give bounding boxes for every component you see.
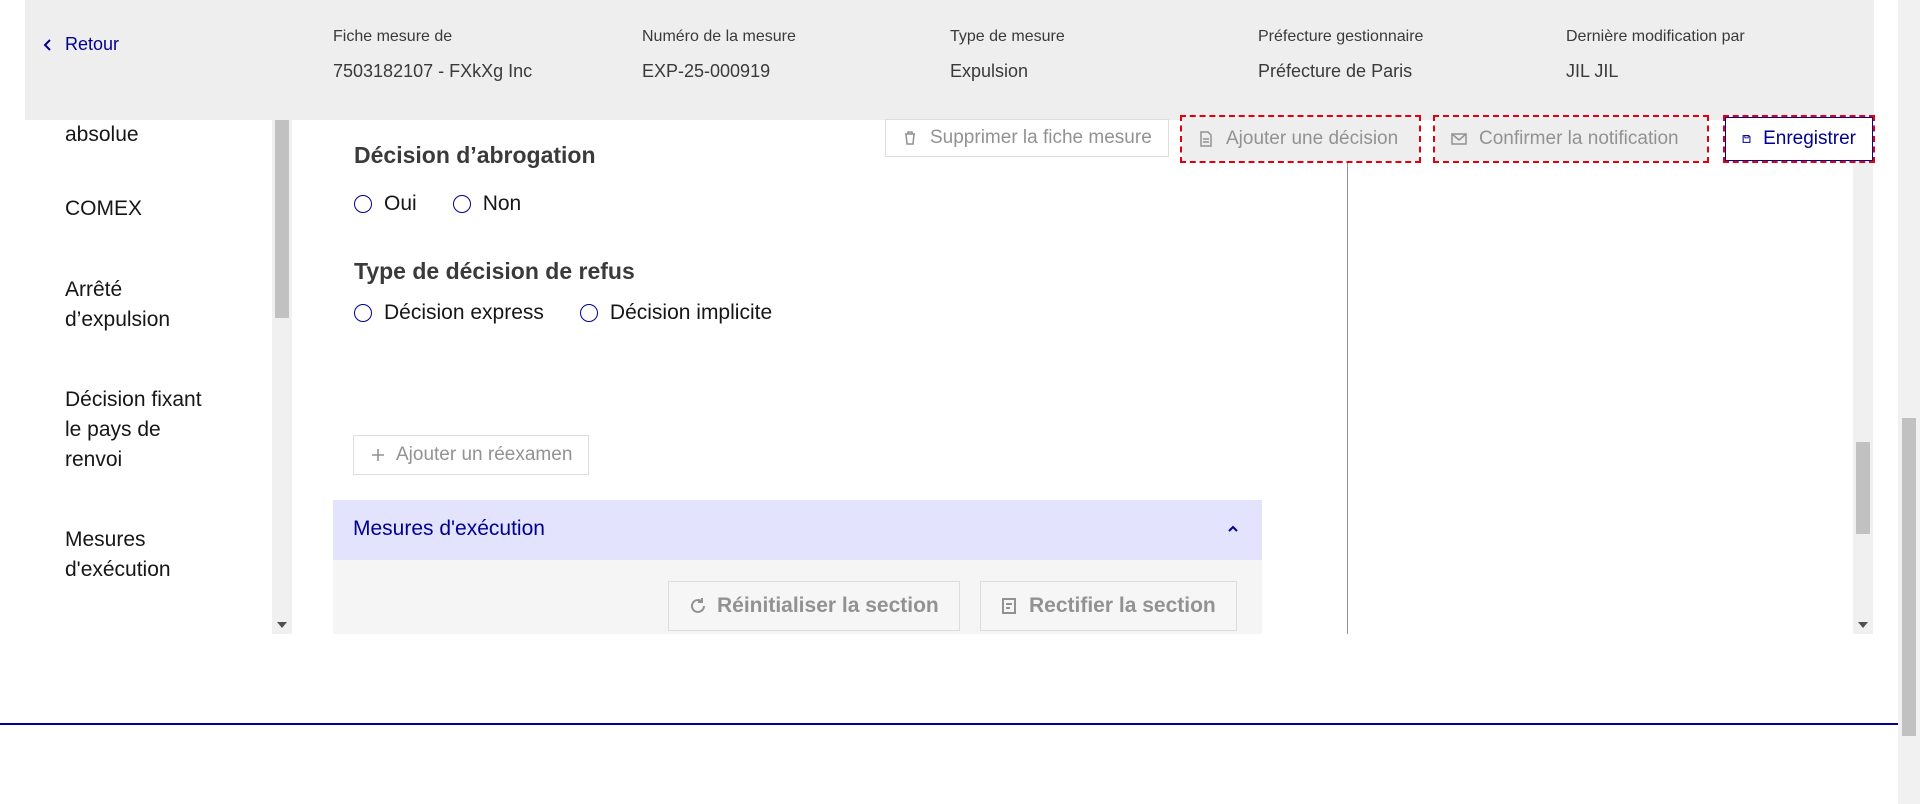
- meta-label: Dernière modification par: [1566, 28, 1745, 45]
- column-divider: [1347, 156, 1348, 634]
- nav-item-mesures-execution[interactable]: Mesures d'exécution: [65, 525, 215, 585]
- chevron-left-icon: [43, 38, 51, 51]
- meta-numero: Numéro de la mesure EXP-25-000919: [642, 28, 796, 82]
- meta-label: Fiche mesure de: [333, 28, 453, 45]
- radio-oui[interactable]: Oui: [354, 192, 417, 216]
- meta-value: Préfecture de Paris: [1258, 61, 1413, 81]
- chevron-up-icon[interactable]: [1226, 522, 1240, 536]
- confirm-notification-label: Confirmer la notification: [1479, 128, 1679, 149]
- scroll-down-arrow-icon[interactable]: [1858, 622, 1868, 628]
- add-reexam-label: Ajouter un réexamen: [396, 444, 573, 465]
- document-icon: [1200, 131, 1212, 147]
- mail-icon: [1451, 133, 1467, 145]
- refresh-icon: [691, 598, 705, 613]
- trash-icon: [905, 131, 915, 145]
- back-link[interactable]: Retour: [41, 34, 119, 55]
- radio-circle-icon[interactable]: [354, 195, 372, 213]
- add-decision-button[interactable]: Ajouter une décision: [1180, 115, 1421, 163]
- scroll-down-arrow-icon[interactable]: [277, 622, 287, 628]
- page-scrollbar[interactable]: [1898, 0, 1920, 804]
- delete-fiche-button[interactable]: Supprimer la fiche mesure: [885, 119, 1169, 157]
- meta-type: Type de mesure Expulsion: [950, 28, 1065, 82]
- radio-label: Non: [482, 192, 522, 215]
- abrogation-title: Décision d’abrogation: [354, 142, 596, 168]
- meta-value: JIL JIL: [1566, 61, 1619, 81]
- meta-label: Numéro de la mesure: [642, 28, 796, 45]
- refusal-radio-group: Décision express Décision implicite: [354, 301, 808, 325]
- reset-section-button[interactable]: Réinitialiser la section: [668, 581, 960, 631]
- nav-item-arrete-expulsion[interactable]: Arrêté d’expulsion: [65, 275, 215, 335]
- meta-label: Type de mesure: [950, 28, 1065, 45]
- execution-section-header[interactable]: Mesures d'exécution: [333, 500, 1262, 560]
- nav-item-comex[interactable]: COMEX: [65, 194, 142, 224]
- nav-item-absolue[interactable]: absolue: [65, 120, 139, 150]
- abrogation-radio-group: Oui Non: [354, 192, 557, 216]
- edit-document-icon: [1002, 598, 1016, 614]
- page-scrollbar-thumb[interactable]: [1902, 418, 1916, 736]
- section-nav: absolue COMEX Arrêté d’expulsion Décisio…: [25, 120, 292, 634]
- reset-section-label: Réinitialiser la section: [717, 594, 939, 617]
- meta-value: 7503182107 - FXkXg Inc: [333, 61, 533, 81]
- save-label: Enregistrer: [1763, 128, 1856, 149]
- meta-fiche-mesure: Fiche mesure de 7503182107 - FXkXg Inc: [333, 28, 532, 82]
- nav-scrollbar-thumb[interactable]: [275, 120, 289, 318]
- add-decision-label: Ajouter une décision: [1226, 128, 1399, 149]
- back-link-label: Retour: [65, 34, 120, 54]
- radio-decision-implicite[interactable]: Décision implicite: [579, 301, 773, 325]
- rectify-section-button[interactable]: Rectifier la section: [980, 581, 1237, 631]
- save-icon: [1742, 135, 1751, 143]
- mesure-header: Retour Fiche mesure de 7503182107 - FXkX…: [25, 0, 1874, 120]
- nav-scrollbar[interactable]: [272, 120, 292, 634]
- nav-item-pays-renvoi[interactable]: Décision fixant le pays de renvoi: [65, 385, 215, 475]
- plus-icon: [372, 449, 384, 461]
- meta-prefecture: Préfecture gestionnaire Préfecture de Pa…: [1258, 28, 1423, 82]
- radio-label: Décision express: [384, 301, 544, 324]
- radio-circle-icon[interactable]: [579, 304, 598, 322]
- main-content: Décision d’abrogation Oui Non Type de dé…: [292, 120, 1874, 634]
- meta-derniere-modif: Dernière modification par JIL JIL: [1566, 28, 1745, 82]
- save-button[interactable]: Enregistrer: [1723, 115, 1875, 163]
- radio-label: Décision implicite: [609, 301, 773, 324]
- radio-decision-express[interactable]: Décision express: [354, 301, 544, 325]
- delete-fiche-label: Supprimer la fiche mesure: [930, 127, 1152, 148]
- radio-circle-icon[interactable]: [354, 304, 372, 322]
- meta-value: EXP-25-000919: [642, 61, 771, 81]
- add-reexam-button[interactable]: Ajouter un réexamen: [353, 435, 590, 475]
- radio-non[interactable]: Non: [452, 192, 522, 216]
- refusal-type-title: Type de décision de refus: [354, 258, 635, 284]
- rectify-section-label: Rectifier la section: [1029, 594, 1216, 617]
- execution-section-title: Mesures d'exécution: [353, 517, 545, 540]
- content-scrollbar[interactable]: [1853, 156, 1873, 634]
- radio-label: Oui: [384, 192, 417, 215]
- radio-circle-icon[interactable]: [452, 195, 471, 213]
- meta-value: Expulsion: [950, 61, 1029, 81]
- confirm-notification-button[interactable]: Confirmer la notification: [1433, 115, 1709, 163]
- footer-divider: [0, 723, 1898, 725]
- meta-label: Préfecture gestionnaire: [1258, 28, 1424, 45]
- content-scrollbar-thumb[interactable]: [1856, 442, 1870, 534]
